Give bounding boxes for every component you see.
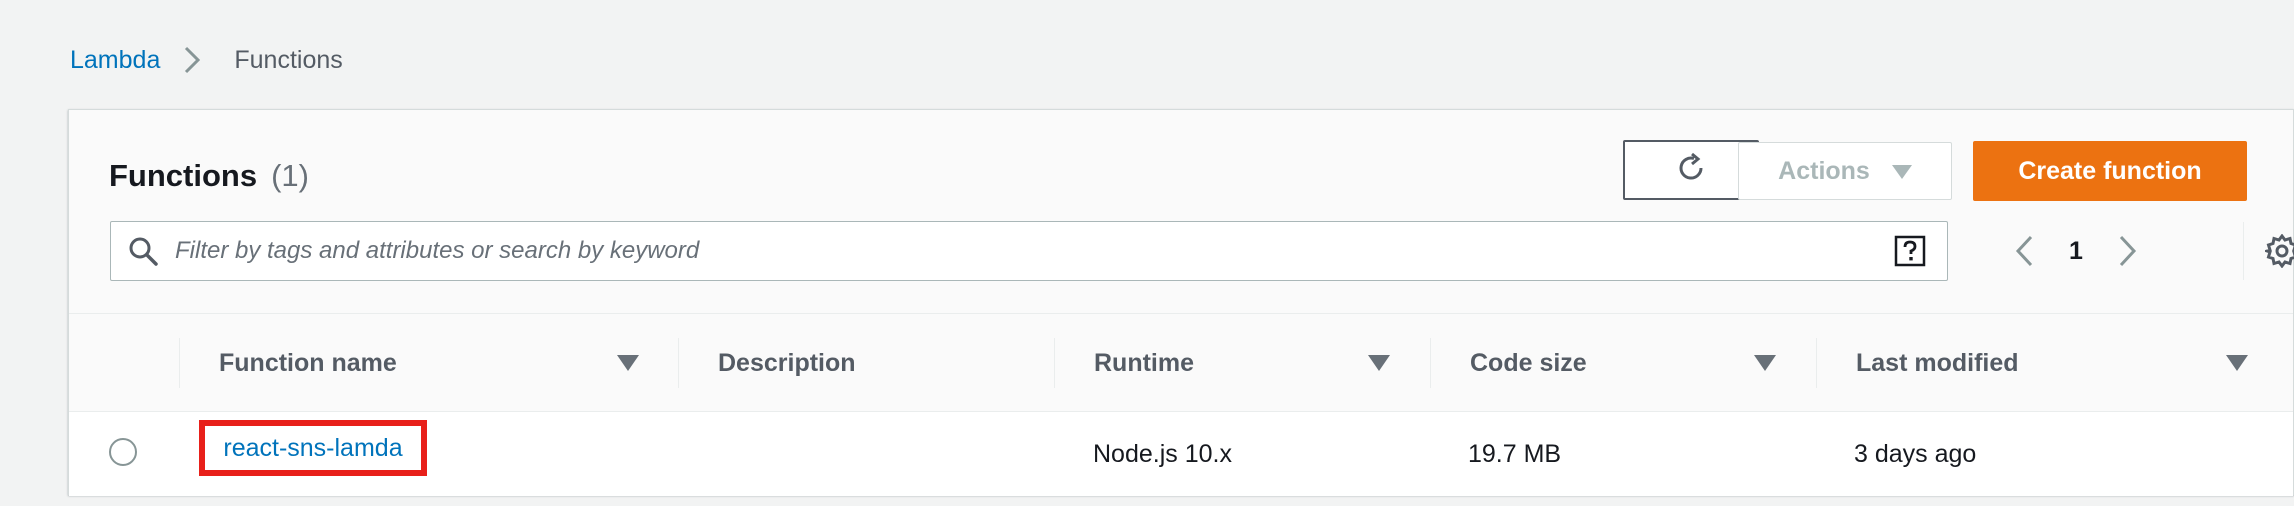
- chevron-right-icon[interactable]: [2103, 222, 2153, 280]
- row-select-radio[interactable]: [109, 438, 137, 466]
- page-title: Functions (1): [109, 154, 309, 198]
- column-divider: [1430, 338, 1431, 388]
- settings-icon[interactable]: [2257, 224, 2294, 278]
- cell-runtime: Node.js 10.x: [1093, 439, 1232, 468]
- help-icon[interactable]: [1885, 222, 1935, 280]
- breadcrumb-lambda-link[interactable]: Lambda: [70, 46, 160, 75]
- column-header-code-size[interactable]: Code size: [1470, 314, 1587, 412]
- current-page[interactable]: 1: [2049, 237, 2103, 266]
- functions-panel: Functions (1) Actions Create function Fi…: [68, 109, 2294, 496]
- create-function-button[interactable]: Create function: [1973, 141, 2247, 201]
- refresh-icon: [1674, 151, 1708, 190]
- search-input[interactable]: [175, 223, 1885, 279]
- breadcrumb: Lambda Functions: [70, 42, 343, 78]
- breadcrumb-current: Functions: [234, 45, 343, 74]
- column-header-runtime[interactable]: Runtime: [1094, 314, 1194, 412]
- sort-down-icon[interactable]: [614, 349, 642, 377]
- column-divider: [179, 338, 180, 388]
- panel-title-text: Functions: [109, 158, 258, 193]
- function-count: (1): [271, 158, 309, 193]
- function-name-link[interactable]: react-sns-lamda: [199, 420, 427, 476]
- pagination: 1: [1999, 222, 2153, 280]
- sort-down-icon[interactable]: [1751, 349, 1779, 377]
- actions-dropdown[interactable]: Actions: [1738, 142, 1952, 200]
- search-bar: [110, 221, 1948, 281]
- chevron-left-icon[interactable]: [1999, 222, 2049, 280]
- table-row: react-sns-lamda Node.js 10.x 19.7 MB 3 d…: [69, 412, 2293, 496]
- pager-divider: [2243, 222, 2244, 280]
- sort-down-icon[interactable]: [1365, 349, 1393, 377]
- search-icon: [111, 222, 175, 280]
- cell-code-size: 19.7 MB: [1468, 439, 1562, 468]
- column-header-function-name[interactable]: Function name: [219, 314, 397, 412]
- panel-header: Functions (1) Actions Create function Fi…: [69, 110, 2294, 314]
- column-divider: [1816, 338, 1817, 388]
- column-header-last-modified[interactable]: Last modified: [1856, 314, 2019, 412]
- column-divider: [678, 338, 679, 388]
- chevron-right-icon: [172, 42, 212, 78]
- column-divider: [1054, 338, 1055, 388]
- cell-last-modified: 3 days ago: [1854, 439, 1977, 468]
- column-header-description[interactable]: Description: [718, 314, 856, 412]
- actions-label: Actions: [1778, 156, 1870, 185]
- caret-down-icon: [1891, 157, 1912, 186]
- table-header: Function name Description Runtime Code s…: [69, 314, 2293, 412]
- sort-down-icon[interactable]: [2223, 349, 2251, 377]
